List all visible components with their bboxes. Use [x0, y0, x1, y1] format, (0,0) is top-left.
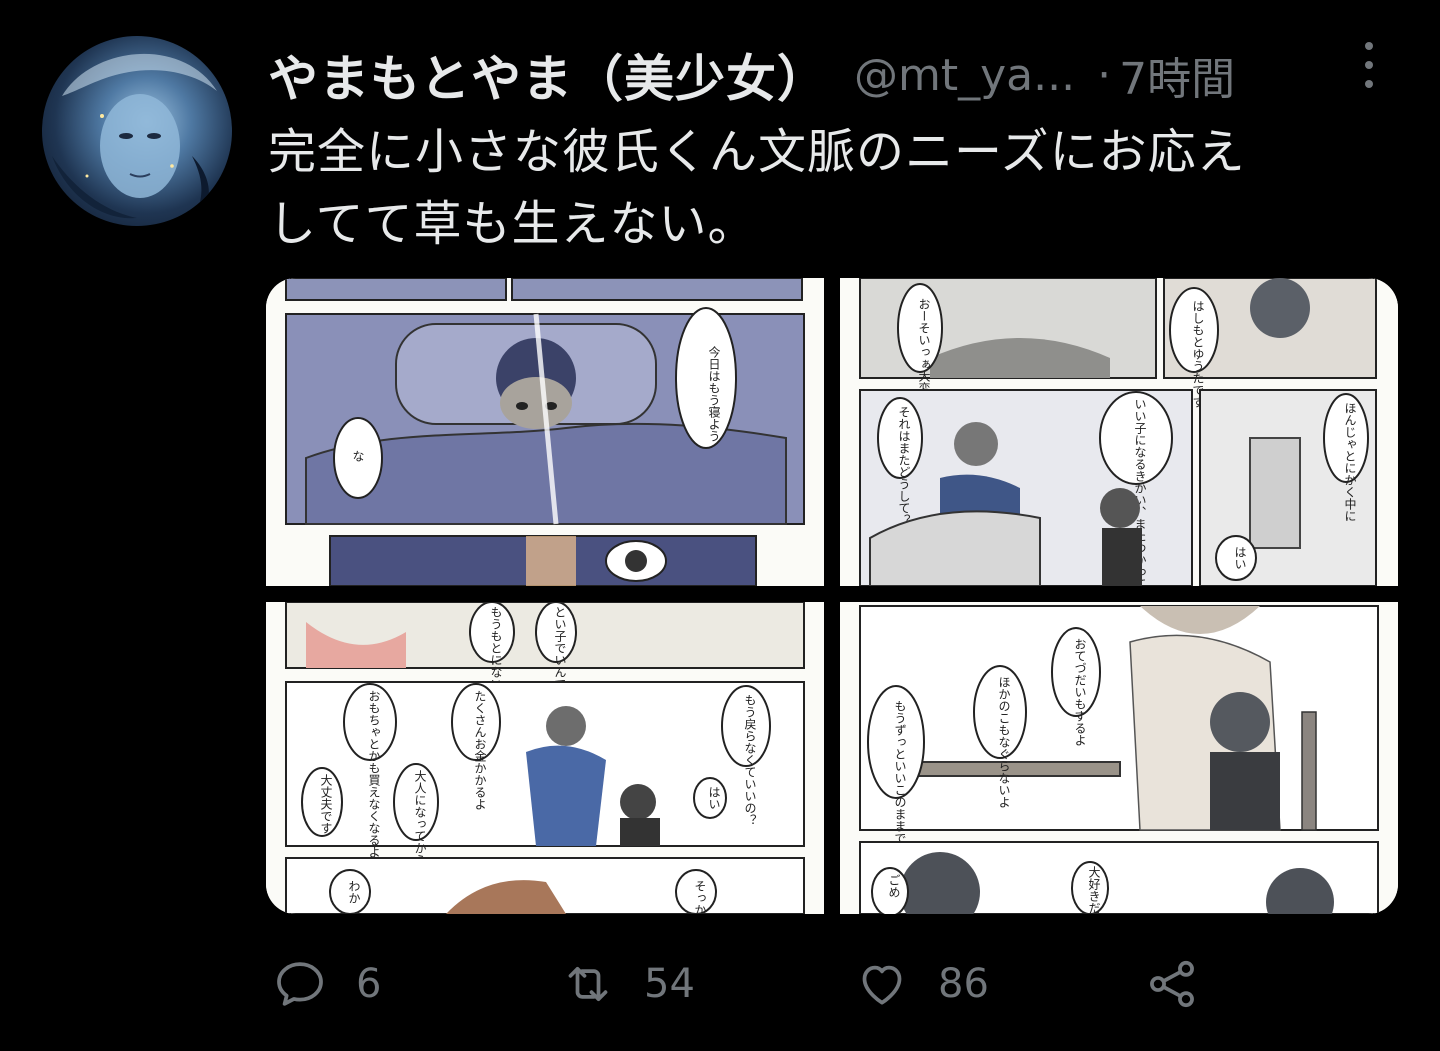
- manga-page-1[interactable]: 今日はもう寝よう な: [266, 278, 824, 586]
- share-icon: [1150, 960, 1194, 1008]
- tweet-text-line: してて草も生えない。: [268, 196, 757, 252]
- speech-bubble-text: 大好きだ愛してる: [1087, 866, 1101, 914]
- retweet-button[interactable]: 54: [560, 948, 695, 1020]
- tweet-text-line: 完全に小さな彼氏くん文脈のニーズにお応え: [268, 124, 1246, 180]
- speech-bubble-text: はい: [1233, 546, 1247, 570]
- manga-page-4[interactable]: おてづだいもするよ ほかのこもなぐらないよ もうずっといいこのままでいるよ ごめ…: [840, 602, 1398, 914]
- speech-bubble-text: 大丈夫です: [319, 774, 333, 834]
- display-name[interactable]: やまもとやま（美少女）: [268, 39, 828, 111]
- manga-page-2[interactable]: おーそいっぁ大変だ はしもとゆうたです いい子になるきかい、またつかってください…: [840, 278, 1398, 586]
- speech-bubble-text: ほんじゃとにかく中に: [1343, 402, 1357, 522]
- heart-icon: [862, 965, 902, 1005]
- retweet-icon: [568, 966, 608, 1002]
- avatar[interactable]: [42, 36, 232, 226]
- tweet-header: やまもとやま（美少女） @mt_ya... · 7時間: [268, 40, 1398, 110]
- speech-bubble-text: はい: [707, 786, 721, 810]
- speech-bubble-text: おもちゃとかも買えなくなるよ: [367, 690, 381, 858]
- tweet[interactable]: やまもとやま（美少女） @mt_ya... · 7時間 完全に小さな彼氏くん文脈…: [0, 0, 1440, 1051]
- reply-button[interactable]: 6: [272, 948, 381, 1020]
- action-bar: 6 54 86: [0, 948, 1440, 1028]
- avatar-image: [52, 53, 217, 221]
- speech-bubble-text: ごめ: [887, 874, 901, 898]
- speech-bubble-text: な: [351, 450, 365, 462]
- tweet-text: 完全に小さな彼氏くん文脈のニーズにお応え してて草も生えない。: [268, 116, 1398, 260]
- speech-bubble-text: おてづだいもするよ: [1073, 638, 1087, 746]
- speech-bubble-text: ほかのこもなぐらないよ: [997, 676, 1011, 808]
- more-vertical-icon[interactable]: [1356, 42, 1382, 88]
- like-button[interactable]: 86: [854, 948, 989, 1020]
- reply-icon: [277, 962, 323, 1006]
- retweet-count: 54: [644, 961, 695, 1007]
- speech-bubble-text: たくさんお金かかるよ: [473, 690, 487, 810]
- speech-bubble-text: そっか: [693, 880, 707, 914]
- speech-bubble-text: もう戻らなくていいの？: [743, 694, 757, 826]
- separator: ·: [1097, 49, 1112, 101]
- manga-page-3[interactable]: もうもとにないようにください とい子でいんです もう戻らなくていいの？ たくさん…: [266, 602, 824, 914]
- reply-count: 6: [356, 961, 382, 1007]
- user-handle[interactable]: @mt_ya...: [854, 50, 1075, 101]
- speech-bubble-text: それはまたどうして？: [897, 406, 911, 526]
- share-button[interactable]: [1144, 948, 1200, 1020]
- timestamp[interactable]: 7時間: [1119, 43, 1235, 107]
- speech-bubble-text: 今日はもう寝よう: [707, 345, 721, 442]
- like-count: 86: [938, 961, 989, 1007]
- speech-bubble-text: わか: [347, 880, 361, 904]
- media-grid: 今日はもう寝よう な おーそいっぁ大変だ はしもとゆうたです いい子になるきかい…: [266, 278, 1398, 914]
